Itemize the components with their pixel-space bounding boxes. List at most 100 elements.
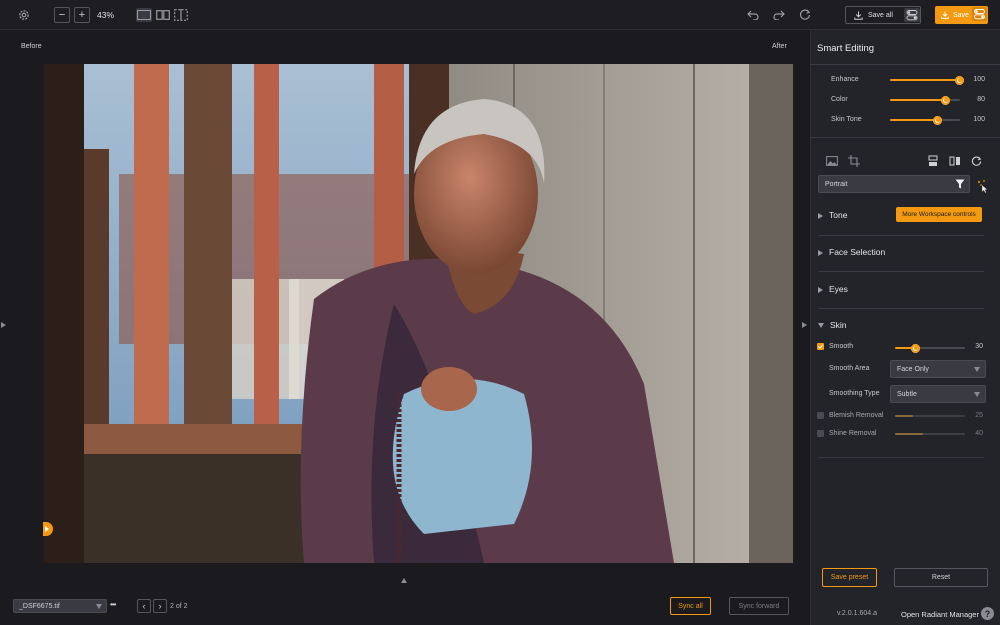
file-name: _DSF6675.tif (19, 602, 60, 610)
portrait-photo (44, 64, 793, 563)
preset-value: Portrait (825, 180, 848, 188)
preset-select[interactable]: Portrait (818, 175, 970, 193)
enhance-fill (890, 79, 960, 81)
help-icon[interactable]: ? (981, 607, 994, 620)
shine-label: Shine Removal (829, 430, 877, 437)
shine-value: 40 (975, 430, 983, 437)
smooth-area-value: Face Only (897, 365, 929, 373)
shine-slider[interactable] (895, 433, 965, 435)
reset-label: Reset (931, 574, 951, 581)
undo-icon[interactable] (746, 8, 760, 22)
smooth-slider[interactable] (895, 343, 965, 353)
single-view-icon (137, 10, 151, 20)
skin-divider (818, 457, 984, 458)
split-handle[interactable] (43, 522, 53, 536)
zoom-out-button[interactable]: − (54, 7, 70, 23)
right-panel-collapse-icon[interactable] (802, 322, 807, 328)
chevron-down-icon (96, 604, 102, 609)
previous-image-button[interactable]: ‹ (137, 599, 151, 613)
zoom-level: 43% (97, 10, 115, 20)
eyes-section-header[interactable]: Eyes (818, 284, 848, 294)
smooth-area-select[interactable]: Face Only (890, 360, 986, 378)
chevron-down-icon (974, 392, 980, 397)
split-view-icon (156, 10, 170, 20)
chevron-down-icon (974, 367, 980, 372)
sync-all-button[interactable]: Sync all (670, 597, 711, 615)
smooth-label: Smooth (829, 343, 854, 350)
eyes-divider (818, 308, 984, 309)
skin-section-header[interactable]: Skin (818, 320, 847, 330)
reset-button[interactable]: Reset (894, 568, 988, 587)
blemish-label: Blemish Removal (829, 412, 884, 419)
sync-forward-button[interactable]: Sync forward (729, 597, 789, 615)
download-icon (854, 11, 863, 20)
enhance-slider[interactable] (890, 75, 964, 85)
skin-tone-label: Skin Tone (831, 116, 862, 123)
save-all-label: Save all (868, 11, 893, 19)
download-icon (941, 11, 949, 19)
color-knob[interactable] (941, 95, 950, 105)
compare-view-icon (174, 9, 188, 21)
single-view-button[interactable] (136, 8, 152, 22)
blemish-slider[interactable] (895, 415, 965, 417)
skin-tone-knob[interactable] (933, 115, 942, 125)
compare-view-button[interactable] (173, 8, 189, 22)
smooth-knob[interactable] (911, 343, 920, 353)
skin-tone-value: 100 (973, 116, 985, 123)
sparkle-icon[interactable] (976, 179, 988, 195)
enhance-value: 100 (973, 76, 985, 83)
save-settings-toggle-icon[interactable] (972, 7, 987, 21)
expand-arrow-icon (818, 286, 823, 293)
smooth-area-label: Smooth Area (829, 365, 870, 372)
more-options-button[interactable]: ••• (110, 600, 116, 609)
tone-title: Tone (829, 210, 848, 220)
save-all-button[interactable]: Save all (845, 6, 921, 24)
smoothing-type-select[interactable]: Subtle (890, 385, 986, 403)
rotate-icon[interactable] (969, 154, 983, 168)
page-counter: 2 of 2 (170, 603, 188, 610)
gear-icon[interactable] (16, 7, 32, 23)
open-radiant-manager-link[interactable]: Open Radiant Manager (901, 610, 979, 619)
before-label: Before (21, 43, 42, 50)
shine-checkbox[interactable] (817, 430, 824, 437)
save-label: Save (953, 11, 969, 19)
tone-section-header[interactable]: Tone (818, 210, 847, 220)
flip-vertical-icon[interactable] (926, 154, 940, 168)
sync-forward-label: Sync forward (738, 602, 780, 610)
tooltip-text: More Workspace controls (902, 211, 976, 218)
face-selection-section-header[interactable]: Face Selection (818, 247, 885, 257)
save-preset-button[interactable]: Save preset (822, 568, 877, 587)
reset-rotate-icon[interactable] (798, 8, 812, 22)
flip-horizontal-icon[interactable] (948, 154, 962, 168)
save-preset-label: Save preset (830, 574, 869, 581)
filmstrip-expand-icon[interactable] (401, 578, 407, 583)
smooth-value: 30 (975, 343, 983, 350)
next-image-button[interactable]: › (153, 599, 167, 613)
smooth-checkbox[interactable] (817, 343, 824, 350)
blemish-checkbox[interactable] (817, 412, 824, 419)
file-select[interactable]: _DSF6675.tif (13, 599, 107, 613)
zoom-in-button[interactable]: + (74, 7, 90, 23)
redo-icon[interactable] (772, 8, 786, 22)
filter-icon[interactable] (955, 179, 965, 191)
split-view-button[interactable] (155, 8, 171, 22)
crop-icon[interactable] (847, 154, 861, 168)
image-icon[interactable] (825, 155, 839, 167)
save-button[interactable]: Save (935, 6, 988, 24)
skin-title: Skin (830, 320, 847, 330)
after-label: After (772, 43, 787, 50)
color-slider[interactable] (890, 95, 960, 105)
skin-tone-slider[interactable] (890, 115, 960, 125)
shine-fill (895, 433, 923, 435)
save-all-settings-toggle-icon[interactable] (904, 8, 920, 22)
panel-title: Smart Editing (817, 43, 875, 54)
workspace-controls-tooltip: More Workspace controls (896, 207, 982, 222)
tone-divider (818, 235, 984, 236)
skin-tone-fill (890, 119, 938, 121)
left-panel-expand-icon[interactable] (1, 322, 6, 328)
face-divider (818, 271, 984, 272)
color-label: Color (831, 96, 848, 103)
smoothing-type-value: Subtle (897, 390, 917, 398)
color-fill (890, 99, 946, 101)
enhance-knob[interactable] (955, 75, 964, 85)
